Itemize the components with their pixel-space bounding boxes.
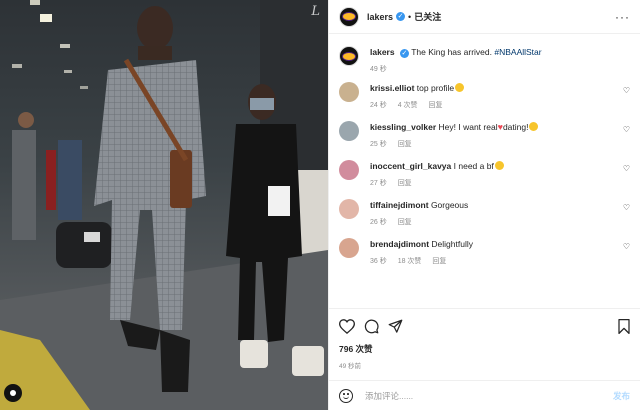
like-comment-heart-icon[interactable]: ♡ xyxy=(623,164,630,173)
post-comment-button[interactable]: 发布 xyxy=(613,390,630,402)
avatar[interactable] xyxy=(339,6,359,27)
smiley-emoji-icon xyxy=(494,161,504,170)
comment-text: Hey! I want real xyxy=(438,122,498,132)
photo-illustration xyxy=(0,0,328,410)
caption-time[interactable]: 49 秒 xyxy=(370,66,387,73)
post-photo[interactable]: L xyxy=(0,0,328,410)
comment-text: I need a bf xyxy=(453,161,494,171)
action-icons xyxy=(339,317,630,335)
post-actions: 796 次赞 49 秒前 xyxy=(329,308,640,380)
bookmark-icon[interactable] xyxy=(618,318,630,334)
avatar[interactable] xyxy=(339,82,359,102)
like-comment-heart-icon[interactable]: ♡ xyxy=(623,125,630,134)
like-comment-heart-icon[interactable]: ♡ xyxy=(623,242,630,251)
comment-text: Gorgeous xyxy=(430,200,469,210)
comment-time[interactable]: 25 秒 xyxy=(370,141,387,148)
watermark-logo: L xyxy=(311,4,320,19)
comment-time[interactable]: 24 秒 xyxy=(370,102,387,109)
reply-button[interactable]: 回复 xyxy=(428,102,442,109)
comment-item: kiessling_volker Hey! I want real♥dating… xyxy=(339,121,630,149)
header-username[interactable]: lakers xyxy=(367,12,393,22)
comments-list[interactable]: lakers ✓ The King has arrived. #NBAAllSt… xyxy=(329,34,640,308)
add-comment-bar: 发布 xyxy=(329,380,640,410)
comment-time[interactable]: 36 秒 xyxy=(370,258,387,265)
comment-username[interactable]: kiessling_volker xyxy=(370,122,436,132)
like-comment-heart-icon[interactable]: ♡ xyxy=(623,86,630,95)
comment-item: inoccent_girl_kavya I need a bf 27 秒 回复 … xyxy=(339,160,630,188)
post-header: lakers ✓ • 已关注 ··· xyxy=(329,0,640,34)
hashtag-link[interactable]: #NBAAllStar xyxy=(494,47,541,57)
reply-button[interactable]: 回复 xyxy=(398,141,412,148)
comment-time[interactable]: 26 秒 xyxy=(370,219,387,226)
comment-item: brendajdimont Delightfully 36 秒 18 次赞 回复… xyxy=(339,238,630,266)
like-comment-heart-icon[interactable]: ♡ xyxy=(623,203,630,212)
comment-likes[interactable]: 4 次赞 xyxy=(398,102,418,109)
comment-username[interactable]: brendajdimont xyxy=(370,239,429,249)
verified-badge-icon: ✓ xyxy=(396,12,406,21)
avatar[interactable] xyxy=(339,121,359,141)
comment-likes[interactable]: 18 次赞 xyxy=(398,258,422,265)
caption-text: The King has arrived. xyxy=(411,47,492,57)
share-icon[interactable] xyxy=(388,319,403,334)
reply-button[interactable]: 回复 xyxy=(398,219,412,226)
comment-text-cont: dating! xyxy=(502,122,529,132)
like-count[interactable]: 796 次赞 xyxy=(339,343,630,355)
post-caption: lakers ✓ The King has arrived. #NBAAllSt… xyxy=(339,46,630,74)
comment-icon[interactable] xyxy=(364,319,379,334)
verified-badge-icon: ✓ xyxy=(399,49,409,58)
emoji-picker-icon[interactable] xyxy=(339,388,353,403)
comment-username[interactable]: inoccent_girl_kavya xyxy=(370,161,451,171)
avatar[interactable] xyxy=(339,238,359,258)
comment-text: Delightfully xyxy=(431,239,473,249)
post-side-panel: lakers ✓ • 已关注 ··· lakers ✓ The King has… xyxy=(328,0,640,410)
comment-username[interactable]: tiffainejdimont xyxy=(370,200,429,210)
caption-username[interactable]: lakers xyxy=(370,47,395,57)
reply-button[interactable]: 回复 xyxy=(398,180,412,187)
comment-username[interactable]: krissi.elliot xyxy=(370,83,414,93)
heart-icon[interactable] xyxy=(339,318,355,334)
comment-input[interactable] xyxy=(365,390,613,401)
smiley-emoji-icon xyxy=(455,83,465,92)
post-age: 49 秒前 xyxy=(339,363,362,370)
avatar[interactable] xyxy=(339,46,359,66)
header-separator: • xyxy=(408,11,412,22)
comment-text: top profile xyxy=(416,83,455,93)
tagged-users-icon[interactable] xyxy=(4,384,22,402)
comment-time[interactable]: 27 秒 xyxy=(370,180,387,187)
reply-button[interactable]: 回复 xyxy=(432,258,446,265)
comment-item: tiffainejdimont Gorgeous 26 秒 回复 ♡ xyxy=(339,199,630,227)
following-button[interactable]: 已关注 xyxy=(414,10,441,23)
avatar[interactable] xyxy=(339,160,359,180)
more-options-icon[interactable]: ··· xyxy=(615,10,630,24)
smiley-emoji-icon xyxy=(529,122,539,131)
comment-item: krissi.elliot top profile 24 秒 4 次赞 回复 ♡ xyxy=(339,82,630,110)
avatar[interactable] xyxy=(339,199,359,219)
instagram-post: L lakers ✓ • 已关注 ··· lakers ✓ The King h… xyxy=(0,0,640,410)
